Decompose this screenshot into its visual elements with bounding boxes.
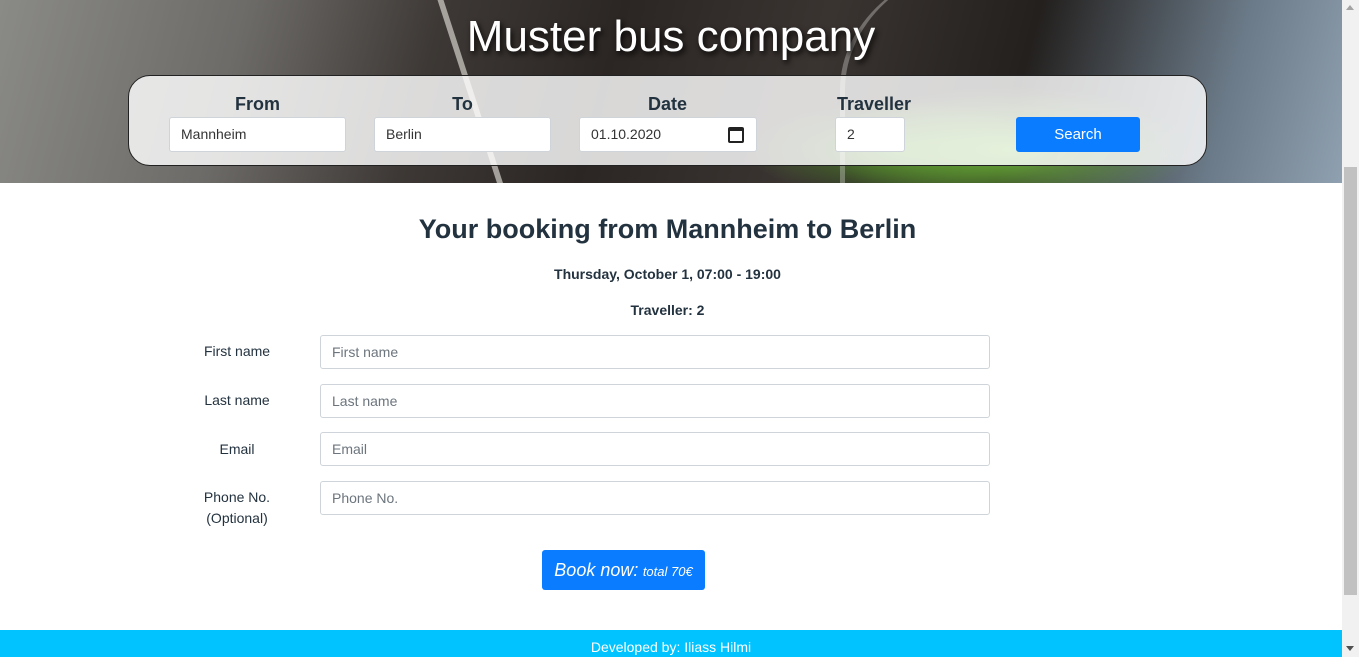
last-name-label: Last name (204, 392, 270, 408)
search-button[interactable]: Search (1016, 117, 1140, 152)
traveller-input[interactable]: 2 (835, 117, 905, 152)
scroll-up-icon[interactable] (1346, 5, 1354, 10)
phone-label-text: Phone No. (203, 489, 271, 505)
scroll-down-icon[interactable] (1346, 646, 1354, 651)
book-now-button[interactable]: Book now: total 70€ (542, 550, 705, 590)
last-name-input[interactable]: Last name (320, 384, 990, 418)
to-label: To (452, 94, 473, 114)
footer: Developed by: Iliass Hilmi (0, 630, 1342, 657)
booking-date-time: Thursday, October 1, 07:00 - 19:00 (554, 266, 781, 282)
date-label: Date (647, 94, 687, 114)
date-value: 01.10.2020 (591, 126, 662, 142)
scrollbar-thumb[interactable] (1344, 167, 1357, 595)
first-name-label: First name (203, 343, 271, 359)
from-input[interactable]: Mannheim (169, 117, 346, 152)
booking-traveller-count: Traveller: 2 (630, 302, 705, 318)
book-now-label: Book now: (554, 560, 639, 580)
phone-label: Phone No. (Optional) (172, 487, 302, 529)
phone-input[interactable]: Phone No. (320, 481, 990, 515)
from-label: From (235, 94, 280, 114)
email-input[interactable]: Email (320, 432, 990, 466)
booking-title: Your booking from Mannheim to Berlin (418, 214, 917, 244)
phone-optional-text: (Optional) (206, 510, 268, 526)
book-total-label: total 70€ (642, 564, 693, 579)
date-input[interactable]: 01.10.2020 (579, 117, 757, 152)
traveller-label: Traveller (836, 94, 912, 114)
search-panel: From Mannheim To Berlin Date 01.10.2020 … (128, 75, 1207, 166)
calendar-icon[interactable] (728, 127, 744, 143)
email-label: Email (219, 441, 255, 457)
page-title: Muster bus company (466, 12, 876, 61)
first-name-input[interactable]: First name (320, 335, 990, 369)
hero-banner: Muster bus company From Mannheim To Berl… (0, 0, 1342, 183)
to-input[interactable]: Berlin (374, 117, 551, 152)
